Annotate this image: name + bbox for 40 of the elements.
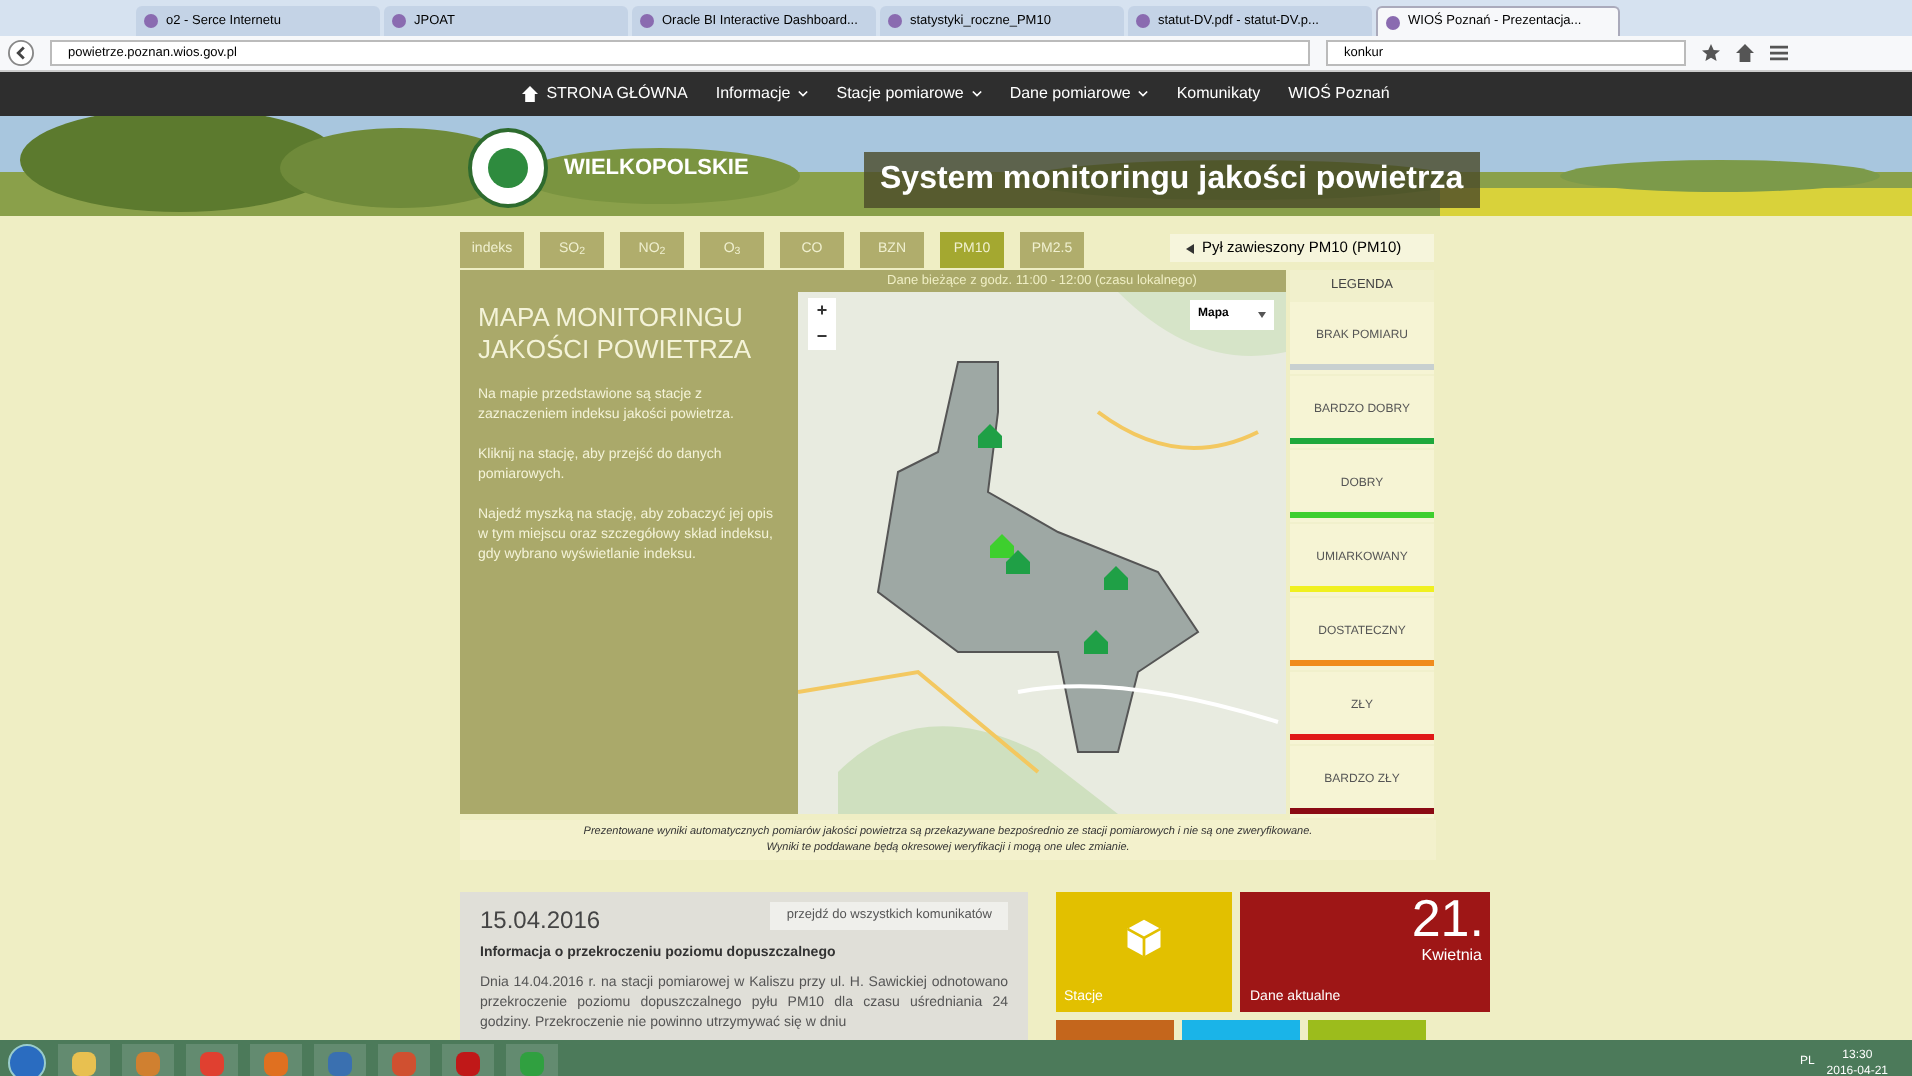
region-title: WIELKOPOLSKIE <box>564 153 749 184</box>
home-icon[interactable] <box>1736 44 1754 62</box>
zoom-out-button[interactable]: − <box>808 324 836 350</box>
day-number: 21. <box>1411 888 1484 949</box>
nav-link[interactable]: STRONA GŁÓWNA <box>522 82 688 106</box>
tile[interactable] <box>1308 1020 1426 1041</box>
map-heading: MAPA MONITORINGU JAKOŚCI POWIETRZA <box>478 302 754 366</box>
taskbar-app-icon[interactable] <box>58 1044 110 1076</box>
taskbar-app-icon[interactable] <box>250 1044 302 1076</box>
nav-link[interactable]: Dane pomiarowe <box>1009 82 1149 106</box>
site-title: System monitoringu jakości powietrza <box>864 152 1480 208</box>
taskbar-app-icon[interactable] <box>314 1044 366 1076</box>
menu-icon[interactable] <box>1770 44 1788 62</box>
nav-link[interactable]: WIOŚ Poznań <box>1288 82 1390 106</box>
taskbar-app-icon[interactable] <box>122 1044 174 1076</box>
favicon-icon <box>888 14 902 28</box>
tile[interactable] <box>1056 1020 1174 1041</box>
taskbar-app-icon[interactable] <box>442 1044 494 1076</box>
collapse-arrow-icon <box>1186 243 1194 253</box>
favicon-icon <box>1136 14 1150 28</box>
month-name: Kwietnia <box>1421 944 1482 969</box>
nav-link[interactable]: Komunikaty <box>1176 82 1261 106</box>
taskbar-app-icon[interactable] <box>506 1044 558 1076</box>
cube-icon <box>1122 916 1166 961</box>
nav-link[interactable]: Stacje pomiarowe <box>836 82 982 106</box>
start-button[interactable] <box>8 1044 46 1076</box>
taskbar-app-icon[interactable] <box>186 1044 238 1076</box>
home-icon <box>522 86 539 102</box>
nav-link[interactable]: Informacje <box>715 82 809 106</box>
zoom-in-button[interactable]: + <box>808 298 836 324</box>
favicon-icon <box>392 14 406 28</box>
taskbar-app-icon[interactable] <box>378 1044 430 1076</box>
star-icon[interactable] <box>1702 44 1720 62</box>
caret-icon <box>1258 312 1266 318</box>
back-icon[interactable] <box>8 40 34 66</box>
favicon-icon <box>144 14 158 28</box>
tile[interactable] <box>1182 1020 1300 1041</box>
favicon-icon <box>1386 15 1400 29</box>
favicon-icon <box>640 14 654 28</box>
news-date: 15.04.2016 <box>480 904 601 939</box>
